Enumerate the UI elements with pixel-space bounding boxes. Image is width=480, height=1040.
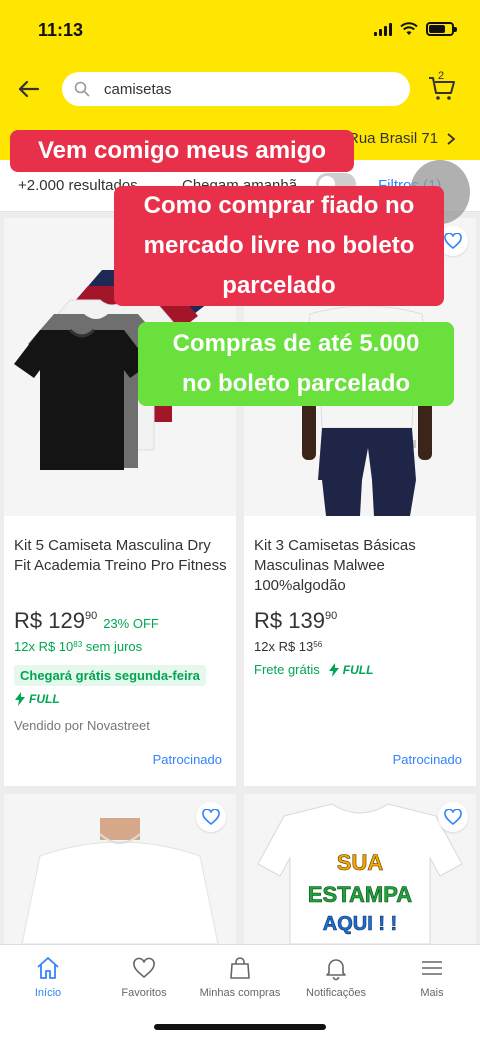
tab-favoritos[interactable]: Favoritos (96, 955, 192, 999)
home-icon (37, 957, 59, 979)
product-card[interactable]: SUA ESTAMPA AQUI ! ! (244, 794, 476, 944)
tab-mais[interactable]: Mais (384, 955, 480, 999)
status-time: 11:13 (38, 20, 84, 40)
caption-overlay-2: Como comprar fiado no mercado livre no b… (114, 186, 444, 306)
caption-2-line-b: mercado livre no boleto (143, 232, 415, 259)
caption-3-line-a: Compras de até 5.000 (172, 330, 420, 357)
heart-icon (444, 809, 462, 825)
product-card[interactable] (4, 794, 236, 944)
chevron-right-icon (447, 132, 456, 145)
tab-label: Notificações (306, 987, 366, 999)
sponsored-label: Patrocinado (392, 752, 462, 767)
menu-icon (422, 961, 442, 975)
tab-label: Minhas compras (199, 987, 281, 999)
sponsored-label: Patrocinado (152, 752, 222, 767)
heart-icon (202, 809, 220, 825)
heart-icon (133, 957, 155, 979)
seller-name: Vendido por Novastreet (14, 718, 150, 733)
lightning-icon (15, 692, 25, 706)
tab-minhas-compras[interactable]: Minhas compras (192, 955, 288, 999)
full-label: FULL (342, 662, 374, 677)
installments-cents: 83 (73, 640, 83, 649)
full-label: FULL (29, 692, 60, 706)
signal-icon (374, 22, 392, 36)
discount-badge: 23% OFF (103, 616, 159, 631)
installments: 12x R$ 1083 sem juros (14, 639, 142, 654)
product-title[interactable]: Kit 3 Camisetas Básicas Masculinas Malwe… (254, 536, 468, 596)
bag-icon (230, 957, 250, 979)
address-text: Rua Brasil 71 (348, 130, 439, 147)
tab-label: Favoritos (121, 987, 167, 999)
price-cents: 90 (84, 610, 98, 622)
installments: 12x R$ 1356 (254, 639, 322, 654)
status-icons (374, 22, 457, 36)
price-integer: R$ 139 (254, 608, 325, 633)
installments-prefix: 12x R$ 13 (254, 639, 314, 654)
full-badge: FULL (328, 662, 374, 677)
product-price: R$ 13990 (254, 608, 337, 634)
cart-count-badge: 2 (438, 70, 445, 82)
caption-2-line-c: parcelado (222, 272, 336, 299)
favorite-button[interactable] (438, 802, 468, 832)
price-integer: R$ 129 (14, 608, 85, 633)
shipping-badge: Chegará grátis segunda-feira (14, 665, 206, 686)
print-line-2: ESTAMPA (308, 882, 412, 907)
favorite-button[interactable] (196, 802, 226, 832)
caption-2-line-a: Como comprar fiado no (143, 192, 415, 219)
shipping-label: Frete grátis (254, 662, 320, 677)
search-icon (74, 81, 90, 97)
arrow-left-icon (18, 80, 40, 98)
print-line-1: SUA (337, 850, 384, 875)
print-line-3: AQUI ! ! (323, 913, 397, 935)
installments-suffix: sem juros (85, 639, 143, 654)
search-input[interactable]: camisetas (62, 72, 410, 106)
tab-inicio[interactable]: Início (0, 955, 96, 999)
price-cents: 90 (324, 610, 338, 622)
battery-icon (426, 22, 457, 36)
heart-icon (444, 233, 462, 249)
tab-label: Mais (420, 987, 444, 999)
shipping-info: Frete grátis FULL (254, 662, 373, 677)
back-button[interactable] (14, 74, 44, 104)
caption-overlay-1: Vem comigo meus amigo (10, 130, 354, 172)
product-title[interactable]: Kit 5 Camiseta Masculina Dry Fit Academi… (14, 536, 228, 576)
home-indicator (154, 1024, 326, 1030)
wifi-icon (400, 22, 418, 35)
cart-button[interactable]: 2 (426, 70, 458, 104)
caption-3-line-b: no boleto parcelado (181, 370, 411, 397)
installments-prefix: 12x R$ 10 (14, 639, 74, 654)
delivery-address[interactable]: Rua Brasil 71 (348, 130, 456, 147)
bell-icon (326, 959, 346, 981)
caption-overlay-3: Compras de até 5.000 no boleto parcelado (138, 322, 454, 406)
tab-notificacoes[interactable]: Notificações (288, 955, 384, 999)
lightning-icon (328, 662, 339, 677)
search-query: camisetas (104, 80, 172, 98)
installments-cents: 56 (313, 640, 323, 649)
full-badge: FULL (14, 692, 60, 706)
tab-label: Início (34, 987, 62, 999)
product-price: R$ 12990 23% OFF (14, 608, 159, 634)
